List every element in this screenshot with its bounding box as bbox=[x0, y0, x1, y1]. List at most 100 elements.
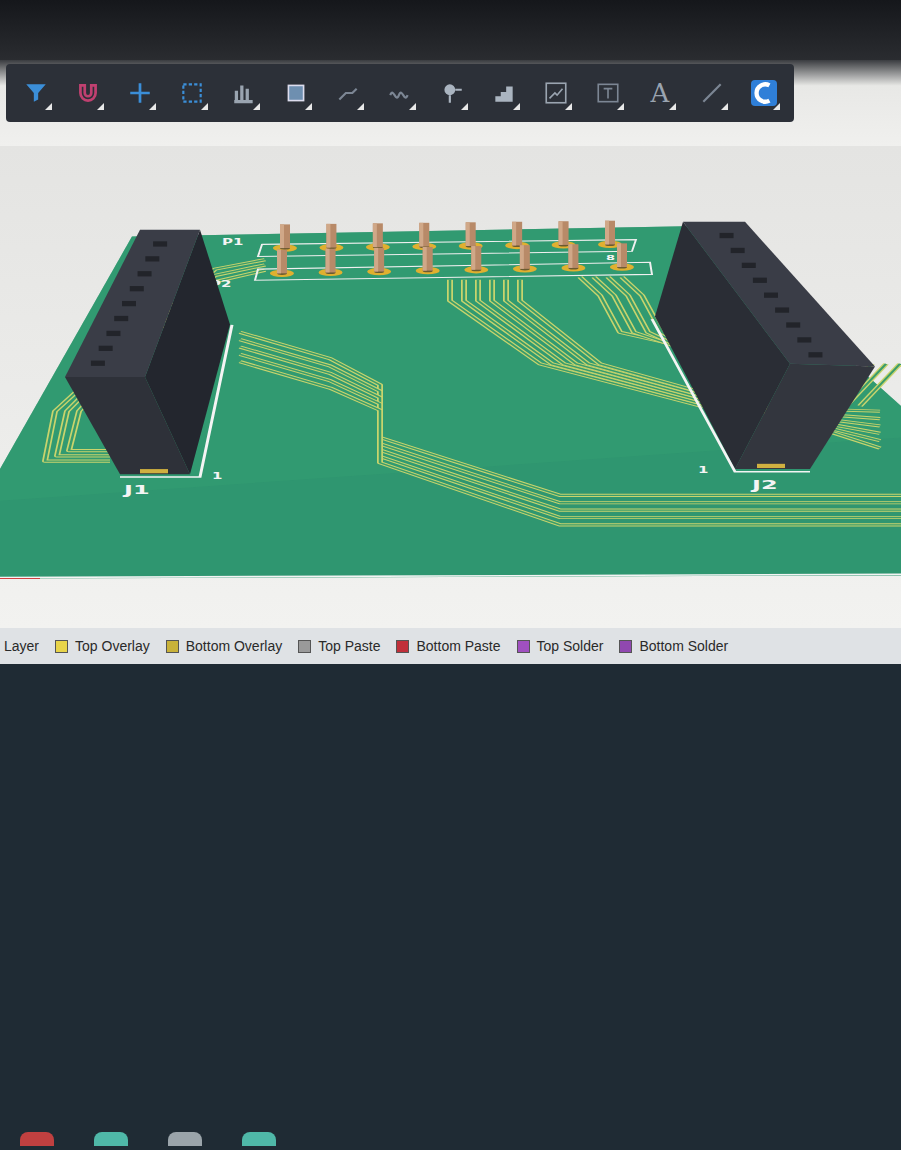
dropdown-corner bbox=[409, 103, 416, 110]
socket-hole bbox=[130, 286, 144, 291]
socket-hole bbox=[720, 233, 734, 238]
header-pin bbox=[512, 222, 522, 246]
toolbar-button[interactable] bbox=[738, 68, 790, 118]
toolbar-button[interactable] bbox=[582, 68, 634, 118]
toolbar-button[interactable] bbox=[322, 68, 374, 118]
header-outline bbox=[258, 240, 636, 257]
dropdown-corner bbox=[357, 103, 364, 110]
layer-tab[interactable]: Bottom Solder bbox=[619, 638, 728, 654]
socket-hole bbox=[764, 293, 778, 298]
toolbar-button[interactable] bbox=[530, 68, 582, 118]
app-icon[interactable] bbox=[168, 1132, 202, 1146]
layer-label: Bottom Paste bbox=[416, 638, 500, 654]
socket-hole bbox=[731, 248, 745, 253]
toolbar: A bbox=[6, 64, 794, 122]
layer-tab[interactable]: Top Overlay bbox=[55, 638, 150, 654]
layer-color-swatch bbox=[396, 640, 409, 653]
socket-hole bbox=[138, 271, 152, 276]
layer-color-swatch bbox=[619, 640, 632, 653]
designator-label: P1 bbox=[222, 238, 243, 247]
socket-hole bbox=[775, 307, 789, 312]
connector-outline bbox=[652, 319, 810, 472]
layer-tab[interactable]: Bottom Paste bbox=[396, 638, 500, 654]
socket-hole bbox=[742, 263, 756, 268]
layer-tabs: Layer Top Overlay Bottom Overlay Top Pas… bbox=[0, 628, 901, 664]
socket-hole bbox=[753, 278, 767, 283]
layer-label: Bottom Overlay bbox=[186, 638, 282, 654]
socket-hole bbox=[114, 316, 128, 321]
layer-tab[interactable]: Bottom Overlay bbox=[166, 638, 282, 654]
trace bbox=[240, 362, 901, 525]
title-strip bbox=[0, 0, 901, 60]
toolbar-button[interactable] bbox=[218, 68, 270, 118]
app-icon[interactable] bbox=[20, 1132, 54, 1146]
dropdown-corner bbox=[45, 103, 52, 110]
header-pin bbox=[568, 244, 578, 268]
socket-hole bbox=[797, 337, 811, 342]
header-pin bbox=[466, 222, 476, 246]
3d-view[interactable]: P1P281J11J2 bbox=[0, 146, 901, 628]
taskbar bbox=[0, 664, 901, 1150]
dropdown-corner bbox=[201, 103, 208, 110]
toolbar-button[interactable] bbox=[62, 68, 114, 118]
layer-label: Layer bbox=[4, 638, 39, 654]
dropdown-corner bbox=[97, 103, 104, 110]
header-pin bbox=[326, 249, 336, 273]
layer-tab[interactable]: Top Solder bbox=[517, 638, 604, 654]
layer-label: Top Paste bbox=[318, 638, 380, 654]
toolbar-button[interactable] bbox=[686, 68, 738, 118]
layer-label: Bottom Solder bbox=[639, 638, 728, 654]
socket-hole bbox=[808, 352, 822, 357]
socket-hole bbox=[91, 361, 105, 366]
toolbar-button[interactable] bbox=[270, 68, 322, 118]
dropdown-corner bbox=[513, 103, 520, 110]
pin-one-label: 1 bbox=[698, 466, 708, 475]
dropdown-corner bbox=[305, 103, 312, 110]
socket-hole bbox=[106, 331, 120, 336]
toolbar-button[interactable] bbox=[374, 68, 426, 118]
header-pin bbox=[280, 224, 290, 248]
pin-one-label: 1 bbox=[212, 471, 222, 480]
layer-tab[interactable]: Top Paste bbox=[298, 638, 380, 654]
screen: A P1P281J11J2 Layer Top Overlay Bottom O… bbox=[0, 0, 901, 1150]
socket-hole bbox=[153, 241, 167, 246]
header-pin bbox=[605, 221, 615, 245]
connector-outline bbox=[120, 325, 232, 477]
layer-tab[interactable]: Layer bbox=[4, 638, 39, 654]
app-icon[interactable] bbox=[242, 1132, 276, 1146]
layer-color-swatch bbox=[55, 640, 68, 653]
toolbar-button[interactable] bbox=[10, 68, 62, 118]
dropdown-corner bbox=[669, 103, 676, 110]
dropdown-corner bbox=[617, 103, 624, 110]
header-pin bbox=[559, 221, 569, 245]
toolbar-button[interactable]: A bbox=[634, 68, 686, 118]
header-pin bbox=[520, 245, 530, 269]
designator-label: J1 bbox=[121, 482, 149, 497]
layer-color-swatch bbox=[166, 640, 179, 653]
dropdown-corner bbox=[461, 103, 468, 110]
trace bbox=[240, 354, 901, 517]
pcb-3d-render[interactable]: P1P281J11J2 bbox=[0, 146, 901, 628]
header-pin bbox=[617, 243, 627, 267]
layer-color-swatch bbox=[298, 640, 311, 653]
header-pin bbox=[471, 246, 481, 270]
toolbar-button[interactable] bbox=[166, 68, 218, 118]
connector-j2[interactable] bbox=[655, 222, 875, 469]
dropdown-corner bbox=[149, 103, 156, 110]
toolbar-button[interactable] bbox=[426, 68, 478, 118]
socket-hole bbox=[99, 346, 113, 351]
socket-hole bbox=[786, 322, 800, 327]
header-pin bbox=[326, 224, 336, 248]
layer-label: Top Solder bbox=[537, 638, 604, 654]
connector-j1[interactable] bbox=[65, 230, 230, 475]
header-pin bbox=[373, 223, 383, 247]
text-tool-label: A bbox=[651, 78, 670, 108]
pin-number-label: 8 bbox=[606, 253, 615, 261]
header-pin bbox=[277, 250, 287, 274]
header-pin bbox=[374, 248, 384, 272]
dropdown-corner bbox=[773, 103, 780, 110]
toolbar-button[interactable] bbox=[478, 68, 530, 118]
dropdown-corner bbox=[253, 103, 260, 110]
toolbar-button[interactable] bbox=[114, 68, 166, 118]
app-icon[interactable] bbox=[94, 1132, 128, 1146]
